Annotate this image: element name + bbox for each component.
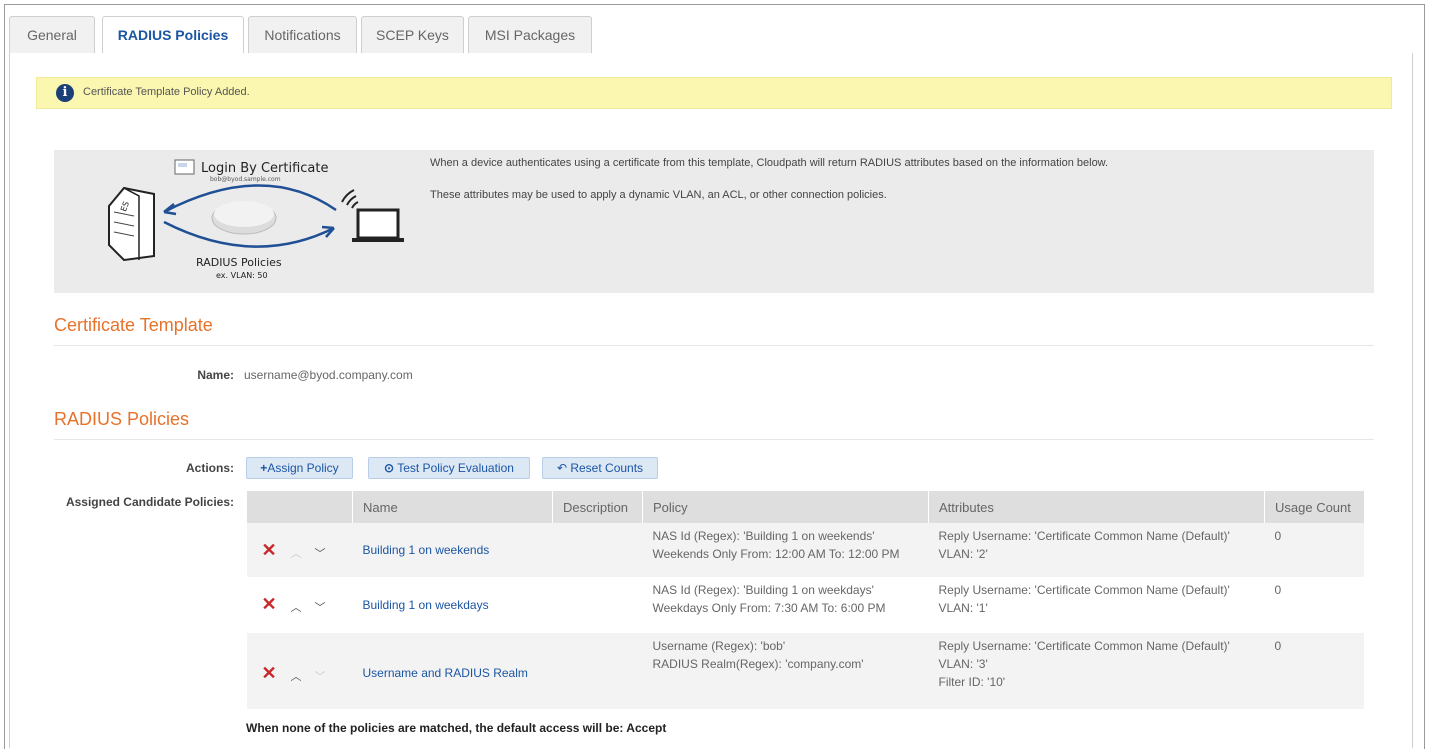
radius-example: ex. VLAN: 50 — [216, 271, 268, 280]
laptop-icon — [352, 208, 404, 242]
table-row: ✕ ︿ ﹀ Username and RADIUS Realm Username… — [246, 633, 1364, 709]
policy-description — [552, 633, 643, 709]
radius-policies-heading: RADIUS Policies — [54, 409, 190, 429]
move-down-icon: ﹀ — [314, 671, 326, 683]
tab-msi-packages[interactable]: MSI Packages — [468, 16, 592, 53]
info-line-1: When a device authenticates using a cert… — [430, 157, 1109, 169]
policy-line: RADIUS Realm(Regex): 'company.com' — [652, 657, 864, 671]
policy-description — [552, 523, 643, 577]
table-header-row: Name Description Policy Attributes Usage… — [246, 491, 1364, 523]
attribute-line: VLAN: '2' — [938, 547, 988, 561]
radius-title: RADIUS Policies — [196, 256, 282, 269]
policy-description — [552, 577, 643, 633]
default-access-text: When none of the policies are matched, t… — [246, 721, 667, 735]
attribute-line: Reply Username: 'Certificate Common Name… — [938, 529, 1230, 543]
tab-scep-keys[interactable]: SCEP Keys — [361, 16, 464, 53]
info-icon: i — [56, 84, 74, 102]
radius-info-box: Login By Certificate bob@byod.sample.com… — [54, 150, 1374, 293]
tab-notifications[interactable]: Notifications — [248, 16, 357, 53]
delete-icon[interactable]: ✕ — [262, 540, 277, 561]
reset-counts-label: Reset Counts — [570, 461, 644, 475]
col-policy: Policy — [642, 491, 929, 523]
divider — [54, 345, 1374, 346]
test-policy-label: Test Policy Evaluation — [397, 461, 514, 475]
attribute-line: VLAN: '3' — [938, 657, 988, 671]
policy-line: NAS Id (Regex): 'Building 1 on weekends' — [652, 529, 875, 543]
server-icon — [108, 186, 155, 262]
move-down-icon[interactable]: ﹀ — [315, 599, 326, 615]
assign-policy-button[interactable]: +Assign Policy — [246, 457, 353, 479]
usage-count: 0 — [1274, 583, 1282, 597]
certificate-card-icon — [174, 159, 195, 175]
delete-icon[interactable]: ✕ — [262, 663, 277, 684]
attribute-line: Reply Username: 'Certificate Common Name… — [938, 639, 1230, 653]
access-point-icon — [211, 201, 277, 235]
policy-name-link[interactable]: Username and RADIUS Realm — [363, 666, 528, 680]
assigned-policies-table: Name Description Policy Attributes Usage… — [246, 491, 1364, 709]
table-row: ✕ ︿ ﹀ Building 1 on weekends NAS Id (Reg… — [246, 523, 1364, 577]
policy-line: Weekends Only From: 12:00 AM To: 12:00 P… — [652, 547, 900, 561]
assign-policy-label: Assign Policy — [267, 461, 339, 475]
info-line-2: These attributes may be used to apply a … — [430, 189, 887, 201]
attribute-line: VLAN: '1' — [938, 601, 988, 615]
delete-icon[interactable]: ✕ — [262, 594, 277, 615]
tab-bar: General RADIUS Policies Notifications SC… — [9, 12, 1411, 54]
assigned-policies-label: Assigned Candidate Policies: — [65, 495, 234, 509]
wifi-icon — [341, 189, 359, 209]
col-description: Description — [552, 491, 643, 523]
attribute-line: Reply Username: 'Certificate Common Name… — [938, 583, 1230, 597]
login-title: Login By Certificate — [201, 161, 329, 176]
undo-icon: ↶ — [556, 461, 567, 475]
move-up-icon[interactable]: ︿ — [291, 668, 302, 684]
actions-label: Actions: — [186, 461, 234, 475]
tab-general[interactable]: General — [9, 16, 95, 53]
alert-message: Certificate Template Policy Added. — [83, 86, 250, 98]
policy-name-link[interactable]: Building 1 on weekdays — [363, 598, 489, 612]
certificate-template-heading: Certificate Template — [54, 315, 213, 335]
policy-name-link[interactable]: Building 1 on weekends — [363, 543, 490, 557]
policy-line: Weekdays Only From: 7:30 AM To: 6:00 PM — [652, 601, 886, 615]
table-row: ✕ ︿ ﹀ Building 1 on weekdays NAS Id (Reg… — [246, 577, 1364, 633]
col-usage-count: Usage Count — [1264, 491, 1364, 523]
usage-count: 0 — [1274, 529, 1282, 543]
col-attributes: Attributes — [928, 491, 1265, 523]
tab-radius-policies[interactable]: RADIUS Policies — [102, 16, 244, 54]
play-circle-icon: ⊙ — [384, 461, 395, 475]
name-value: username@byod.company.com — [244, 368, 413, 382]
divider — [54, 439, 1374, 440]
col-name: Name — [352, 491, 553, 523]
success-alert: i Certificate Template Policy Added. — [36, 77, 1392, 109]
test-policy-evaluation-button[interactable]: ⊙ Test Policy Evaluation — [368, 457, 530, 479]
name-label: Name: — [197, 368, 234, 382]
policy-line: NAS Id (Regex): 'Building 1 on weekdays' — [652, 583, 874, 597]
policy-line: Username (Regex): 'bob' — [652, 639, 786, 653]
move-up-icon: ︿ — [290, 548, 302, 560]
col-controls — [246, 491, 353, 523]
attribute-line: Filter ID: '10' — [938, 675, 1006, 689]
login-user: bob@byod.sample.com — [210, 176, 281, 183]
usage-count: 0 — [1274, 639, 1282, 653]
move-down-icon[interactable]: ﹀ — [315, 545, 326, 561]
move-up-icon[interactable]: ︿ — [291, 599, 302, 615]
reset-counts-button[interactable]: ↶ Reset Counts — [542, 457, 658, 479]
